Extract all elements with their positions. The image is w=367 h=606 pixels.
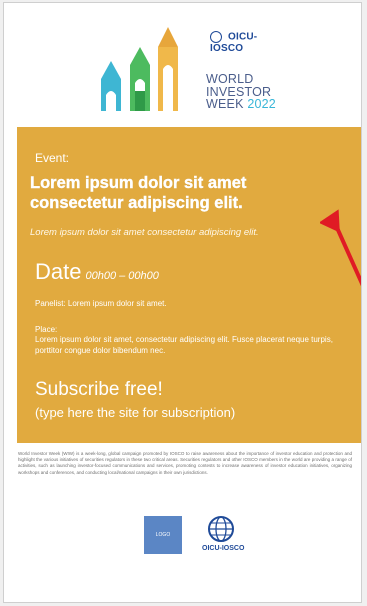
flyer-page: OICU-IOSCO WORLD INVESTOR WEEK 2022 Even… [3,2,362,603]
event-panel: Event: Lorem ipsum dolor sit amet consec… [17,127,361,443]
oicu-iosco-top-logo: OICU-IOSCO [210,31,290,54]
panelist-text[interactable]: Panelist: Lorem ipsum dolor sit amet. [35,299,167,308]
iosco-footer-logo: OICU-IOSCO [202,515,245,555]
date-label: Date [35,259,82,284]
wordmark-year: 2022 [247,97,276,111]
red-arrow-icon [320,209,361,287]
pencils-icon [101,27,178,111]
place-text[interactable]: Lorem ipsum dolor sit amet, consectetur … [35,335,355,356]
event-title[interactable]: Lorem ipsum dolor sit amet consectetur a… [30,173,330,213]
wordmark-week: WEEK [206,97,244,111]
date-value[interactable]: 00h00 – 00h00 [85,270,158,282]
wiw-description: World Investor Week (WIW) is a week-long… [18,451,352,475]
wiw-wordmark: WORLD INVESTOR WEEK 2022 [206,73,276,111]
logo-placeholder[interactable]: LOGO [144,516,182,554]
place-label: Place: [35,325,58,334]
date-row: Date 00h00 – 00h00 [35,259,159,285]
wordmark-line1: WORLD [206,72,254,86]
subscription-site-text[interactable]: (type here the site for subscription) [35,405,235,420]
iosco-footer-text: OICU-IOSCO [202,545,245,552]
globe-icon [210,31,222,43]
subscribe-heading: Subscribe free! [35,379,163,400]
world-investor-week-logo: OICU-IOSCO WORLD INVESTOR WEEK 2022 [100,17,290,117]
logo-placeholder-text: LOGO [155,532,171,538]
event-subtitle[interactable]: Lorem ipsum dolor sit amet consectetur a… [30,227,259,238]
event-label: Event: [35,151,70,165]
wordmark-line3: WEEK 2022 [206,98,276,111]
